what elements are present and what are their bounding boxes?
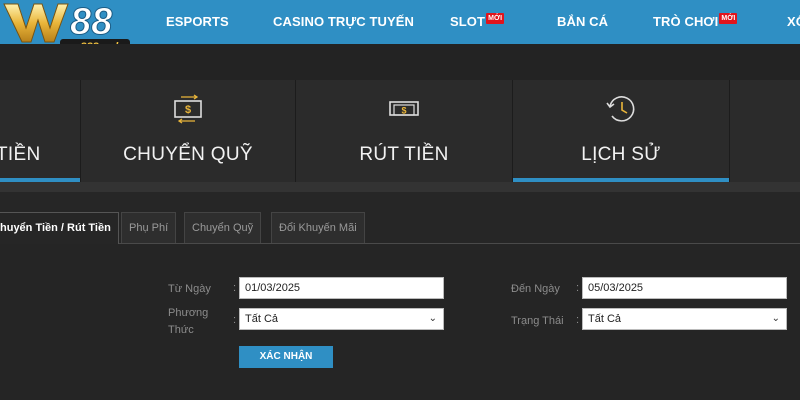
new-badge: MỚI [486,13,505,24]
tab-history[interactable]: LỊCH SỬ [513,80,730,182]
tab-history-label: LỊCH SỬ [581,144,661,165]
tab-empty [730,80,800,182]
chevron-down-icon: ⌄ [428,313,437,324]
chevron-down-icon: ⌄ [771,313,780,324]
from-date-input[interactable] [239,277,444,299]
page: ESPORTS CASINO TRỰC TUYẾN SLOT MỚI BẮN CÁ… [0,0,800,400]
new-badge: MỚI [719,13,738,24]
transfer-icon: $ [174,94,202,124]
subtab-promo[interactable]: Đổi Khuyến Mãi [271,212,365,243]
status-select-value: Tất Cả [588,313,622,325]
subtab-deposit-withdraw[interactable]: huyển Tiền / Rút Tiền [0,212,119,244]
colon: : [576,314,580,326]
tab-deposit-label: TIỀN [0,144,41,165]
method-select[interactable]: Tất Cả ⌄ [239,308,444,330]
nav-ban-ca[interactable]: BẮN CÁ [557,0,608,44]
history-icon [606,96,635,122]
svg-text:$: $ [185,104,191,116]
status-select[interactable]: Tất Cả ⌄ [582,308,787,330]
method-label: Phương Thức [168,306,208,337]
w88-logo-mark: 88 [3,1,114,44]
withdraw-icon: $ [389,101,419,116]
svg-text:88: 88 [70,1,113,43]
nav-esports[interactable]: ESPORTS [166,0,229,44]
nav-casino[interactable]: CASINO TRỰC TUYẾN [273,0,414,44]
nav-slot[interactable]: SLOT MỚI [450,0,505,44]
tab-withdraw-label: RÚT TIỀN [359,144,449,165]
to-date-label: Đến Ngày [511,283,560,295]
wallet-tabs: TIỀN $ CHUYỂN QUỸ $ RÚT TIỀN LỊCH SỬ [0,80,800,182]
method-label-line1: Phương [168,307,209,319]
tab-withdraw[interactable]: $ RÚT TIỀN [296,80,513,182]
method-label-line2: Thức [168,324,194,336]
subtab-transfer[interactable]: Chuyển Quỹ [184,212,262,243]
svg-text:$: $ [401,106,406,116]
confirm-button[interactable]: XÁC NHẬN [239,346,333,368]
sub-header-strip [0,44,800,80]
tab-transfer-label: CHUYỂN QUỸ [123,144,253,165]
history-subtabs: huyển Tiền / Rút Tiền Phụ Phí Chuyển Quỹ… [0,192,800,244]
tab-deposit[interactable]: TIỀN [0,80,81,182]
to-date-input[interactable] [582,277,787,299]
tab-transfer[interactable]: $ CHUYỂN QUỸ [81,80,296,182]
nav-tro-choi[interactable]: TRÒ CHƠI MỚI [653,0,738,44]
divider [0,182,800,192]
from-date-label: Từ Ngày [168,283,211,295]
colon: : [576,282,580,294]
status-label: Trạng Thái [511,315,564,327]
colon: : [233,314,237,326]
method-select-value: Tất Cả [245,313,279,325]
subtab-fees[interactable]: Phụ Phí [121,212,177,243]
colon: : [233,282,237,294]
nav-xo-so[interactable]: XỔ [787,0,800,44]
